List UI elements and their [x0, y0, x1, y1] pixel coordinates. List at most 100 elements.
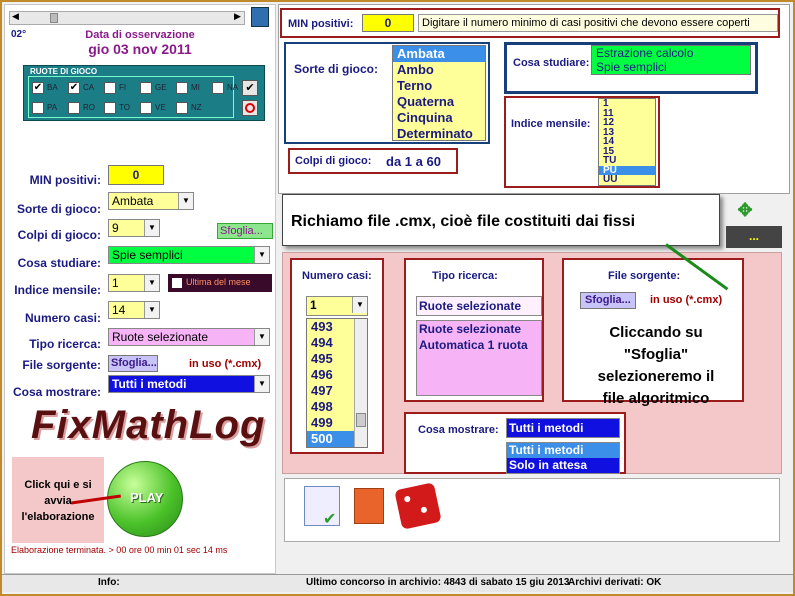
cosa-option-1[interactable]: Estrazione calcolo [592, 46, 750, 60]
tipo-option-2[interactable]: Automatica 1 ruota [417, 337, 541, 353]
tipo-label: Tipo ricerca: [29, 337, 101, 351]
mostrare-option-2[interactable]: Solo in attesa [507, 458, 619, 473]
expand-icon[interactable]: ✥ [734, 200, 756, 222]
ultima-check[interactable] [172, 278, 182, 288]
ruota-checkbox-ba[interactable]: ✔ [32, 82, 44, 94]
save-icon[interactable] [251, 7, 269, 27]
numcasi-scrollbar[interactable] [354, 319, 367, 447]
status-concorso: Ultimo concorso in archivio: 4843 di sab… [306, 577, 570, 588]
tipo-option-1[interactable]: Ruote selezionate [417, 321, 541, 337]
ruota-checkbox-mi[interactable] [176, 82, 188, 94]
html5-icon[interactable] [354, 488, 384, 524]
ruota-checkbox-to[interactable] [104, 102, 116, 114]
scroll-left-icon[interactable]: ◀ [12, 11, 19, 22]
play-label: PLAY [130, 490, 164, 505]
dice-dot [403, 495, 411, 503]
ruota-checkbox-ve[interactable] [140, 102, 152, 114]
chevron-down-icon: ▼ [254, 329, 269, 345]
tipo-listbox[interactable]: Ruote selezionate Automatica 1 ruota [416, 320, 542, 396]
date-scrollbar[interactable]: ◀ ▶ [9, 11, 245, 25]
indice-option[interactable]: UU [599, 175, 655, 185]
file-box-sfoglia-button[interactable]: Sfoglia... [580, 292, 636, 309]
html-export-icon[interactable]: ✔ [304, 486, 340, 528]
ruota-label-ro: RO [83, 103, 95, 112]
sorte-option[interactable]: Ambo [393, 62, 485, 78]
numcasi-label: Numero casi: [24, 311, 101, 325]
cosa-select[interactable]: Spie semplici ▼ [108, 246, 270, 264]
ruota-checkbox-pa[interactable] [32, 102, 44, 114]
dice-icon[interactable] [394, 482, 442, 530]
chevron-down-icon: ▼ [352, 297, 367, 313]
ruota-checkbox-na[interactable] [212, 82, 224, 94]
cosa-listbox[interactable]: Estrazione calcolo Spie semplici [591, 45, 751, 75]
sorte-option[interactable]: Determinato [393, 126, 485, 140]
confirm-ruote-button[interactable]: ✔ [242, 80, 258, 96]
no-icon [245, 103, 255, 113]
mostrare-select[interactable]: Tutti i metodi ▼ [108, 375, 270, 393]
chevron-down-icon: ▼ [254, 376, 269, 392]
counter: 02° [11, 29, 27, 40]
numcasi-select-value: 14 [112, 303, 126, 317]
sorte-option[interactable]: Cinquina [393, 110, 485, 126]
indice-listbox[interactable]: 1 11 12 13 14 15 TU PU UU [598, 98, 656, 186]
status-text: Elaborazione terminata. > 00 ore 00 min … [11, 545, 228, 555]
min-positivi-input[interactable]: 0 [108, 165, 164, 185]
chevron-down-icon: ▼ [144, 302, 159, 318]
ellipsis-button[interactable]: ... [726, 226, 782, 248]
sorte-listbox[interactable]: Ambata Ambo Terno Quaterna Cinquina Determina… [392, 45, 486, 141]
ruota-checkbox-ca[interactable]: ✔ [68, 82, 80, 94]
cosa-box-label: Cosa studiare: [513, 57, 590, 69]
sorte-option[interactable]: Quaterna [393, 94, 485, 110]
ruota-label-nz: NZ [191, 103, 202, 112]
sorte-option[interactable]: Ambata [393, 46, 485, 62]
cosa-option-2[interactable]: Spie semplici [592, 60, 750, 74]
mostrare-combo[interactable]: Tutti i metodi [506, 418, 620, 438]
colpi-select-value: 9 [112, 221, 119, 235]
ruota-label-fi: FI [119, 83, 127, 92]
file-sfoglia-button[interactable]: Sfoglia... [108, 355, 158, 372]
clear-ruote-button[interactable] [242, 100, 258, 116]
ruota-label-mi: MI [191, 83, 200, 92]
tipo-combo[interactable]: Ruote selezionate [416, 296, 542, 316]
left-panel: ◀ ▶ 02° Data di osservazione gio 03 nov … [4, 4, 276, 574]
ruote-title: RUOTE DI GIOCO [30, 67, 98, 76]
mostrare-listbox[interactable]: Tutti i metodi Solo in attesa [506, 442, 620, 474]
chevron-down-icon: ▼ [254, 247, 269, 263]
numcasi-select[interactable]: 14 ▼ [108, 301, 160, 319]
ruota-checkbox-ro[interactable] [68, 102, 80, 114]
numcasi-scroll-thumb[interactable] [356, 413, 366, 427]
scroll-right-icon[interactable]: ▶ [234, 11, 241, 22]
ultima-checkbox[interactable]: Ultima del mese [168, 274, 272, 292]
sfoglia-green-button[interactable]: Sfoglia... [217, 223, 273, 239]
ruota-checkbox-ge[interactable] [140, 82, 152, 94]
play-button[interactable]: PLAY [107, 461, 183, 537]
ruote-box: RUOTE DI GIOCO ✔ BA ✔ CA FI GE MI NA PA RO TO VE NZ … [23, 65, 265, 121]
callout-box: Richiamo file .cmx, cioè file costituiti… [282, 194, 720, 246]
min-top-input[interactable]: 0 [362, 14, 414, 32]
cosa-box: Cosa studiare: Estrazione calcolo Spie s… [504, 42, 758, 94]
status-info: Info: [98, 577, 120, 588]
ultima-label: Ultima del mese [186, 277, 251, 287]
scroll-thumb[interactable] [50, 13, 58, 23]
tipo-select[interactable]: Ruote selezionate ▼ [108, 328, 270, 346]
indice-box-label: Indice mensile: [511, 118, 591, 130]
file-label: File sorgente: [22, 358, 101, 372]
colpi-box-value: da 1 a 60 [386, 154, 441, 169]
colpi-select[interactable]: 9 ▼ [108, 219, 160, 237]
sorte-box-label: Sorte di gioco: [294, 62, 378, 76]
dice-dot [420, 506, 428, 514]
file-box-note: Cliccando su "Sfoglia" selezioneremo il … [597, 324, 715, 407]
file-inuso: in uso (*.cmx) [189, 358, 262, 370]
sorte-select[interactable]: Ambata ▼ [108, 192, 194, 210]
sorte-option[interactable]: Terno [393, 78, 485, 94]
indice-select[interactable]: 1 ▼ [108, 274, 160, 292]
ruota-checkbox-fi[interactable] [104, 82, 116, 94]
ruota-checkbox-nz[interactable] [176, 102, 188, 114]
colpi-box-label: Colpi di gioco: [295, 155, 372, 167]
mostrare-box: Cosa mostrare: Tutti i metodi Tutti i me… [404, 412, 626, 474]
mostrare-option-1[interactable]: Tutti i metodi [507, 443, 619, 458]
numcasi-box: Numero casi: 1 ▼ 493 494 495 496 497 498 499 500 [290, 258, 384, 454]
colpi-box: Colpi di gioco: da 1 a 60 [288, 148, 458, 174]
tipo-box-label: Tipo ricerca: [432, 270, 498, 282]
numcasi-combo[interactable]: 1 ▼ [306, 296, 368, 316]
